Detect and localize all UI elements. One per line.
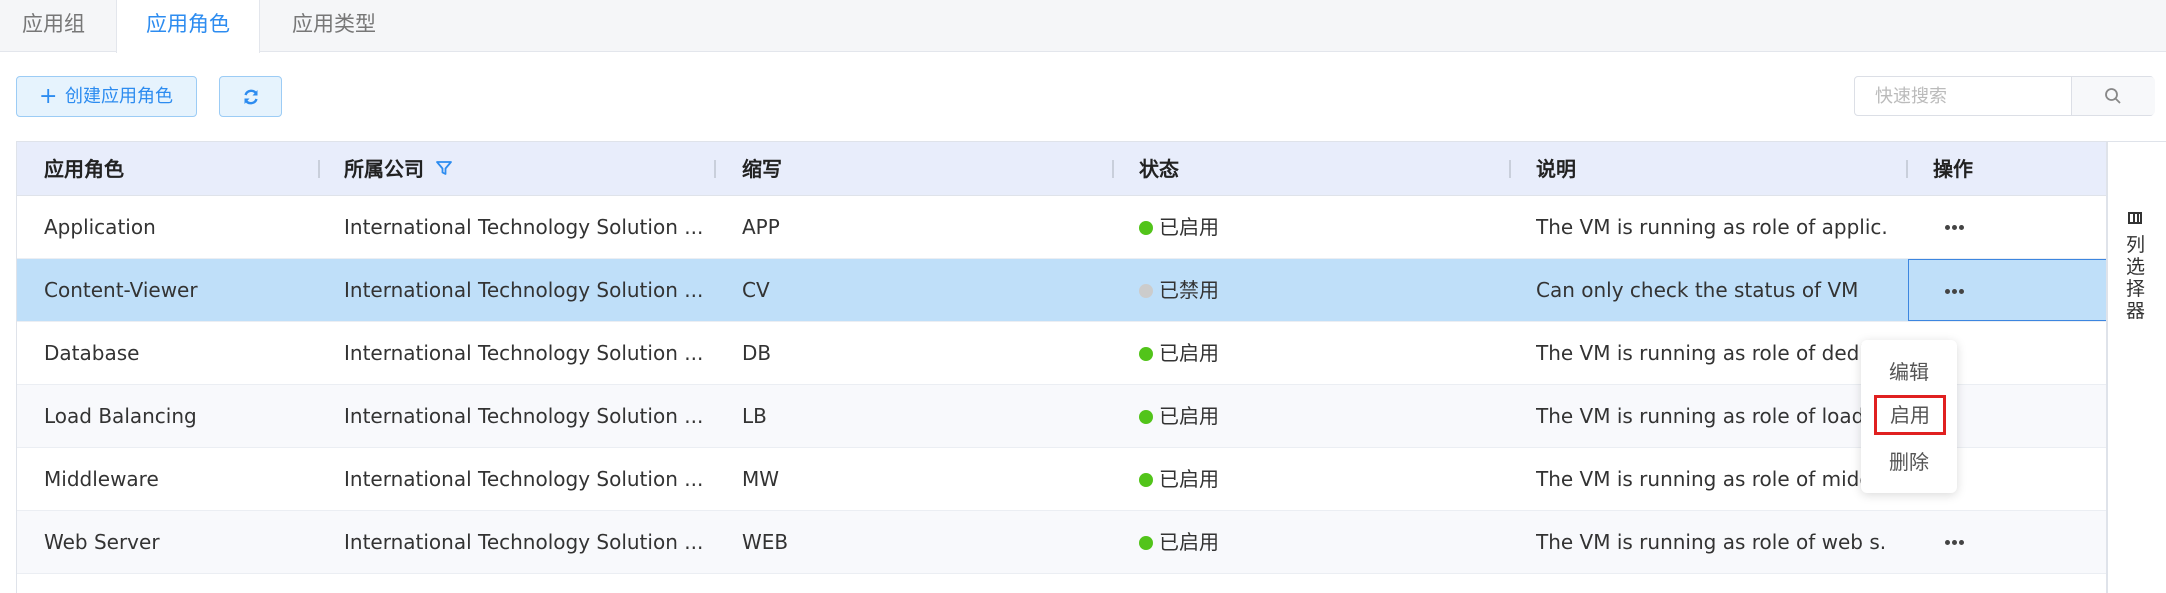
- refresh-icon: [244, 89, 258, 105]
- status-text: 已启用: [1159, 215, 1219, 239]
- abbreviation: CV: [742, 278, 770, 302]
- status-cell: 已启用: [1139, 385, 1219, 448]
- plus-icon: +: [39, 84, 58, 109]
- status-cell: 已启用: [1139, 322, 1219, 385]
- table-row[interactable]: Database International Technology Soluti…: [17, 322, 2106, 385]
- column-resize-handle[interactable]: [1112, 160, 1114, 178]
- app-role-table: 应用角色 所属公司 缩写 状态 说明 操作 Application Intern…: [16, 141, 2107, 593]
- column-resize-handle[interactable]: [714, 160, 716, 178]
- status-dot-icon: [1139, 473, 1153, 487]
- more-actions-button[interactable]: [1925, 196, 1985, 258]
- description: The VM is running as role of web s...: [1536, 530, 1886, 554]
- filter-icon[interactable]: [435, 159, 453, 177]
- search-icon: [2105, 88, 2121, 104]
- abbreviation: DB: [742, 341, 772, 365]
- column-header-abbr[interactable]: 缩写: [742, 142, 782, 196]
- tab-bar: 应用组 应用角色 应用类型: [0, 0, 2166, 53]
- status-text: 已启用: [1159, 467, 1219, 491]
- company-name: International Technology Solution ...: [344, 404, 704, 428]
- create-app-role-button[interactable]: + 创建应用角色: [16, 76, 197, 117]
- abbreviation: LB: [742, 404, 767, 428]
- description: The VM is running as role of load b: [1536, 404, 1884, 428]
- more-actions-button[interactable]: [1925, 511, 1985, 573]
- column-header-status[interactable]: 状态: [1139, 142, 1179, 196]
- column-selector-label: 列选择器: [2126, 234, 2146, 322]
- status-text: 已启用: [1159, 404, 1219, 428]
- company-name: International Technology Solution ...: [344, 467, 704, 491]
- role-name: Middleware: [44, 467, 159, 491]
- columns-icon: [2128, 212, 2142, 224]
- description: The VM is running as role of applic...: [1536, 215, 1886, 239]
- table-row[interactable]: Web Server International Technology Solu…: [17, 511, 2106, 574]
- column-resize-handle[interactable]: [318, 160, 320, 178]
- status-dot-icon: [1139, 284, 1153, 298]
- search-button[interactable]: [2071, 77, 2155, 115]
- more-actions-button[interactable]: [1908, 259, 2106, 321]
- table-row[interactable]: Content-Viewer International Technology …: [17, 259, 2106, 322]
- description: Can only check the status of VM: [1536, 278, 1859, 302]
- status-dot-icon: [1139, 221, 1153, 235]
- column-header-company[interactable]: 所属公司: [344, 142, 424, 196]
- description: The VM is running as role of dedica: [1536, 341, 1886, 365]
- column-header-actions: 操作: [1933, 157, 1973, 181]
- menu-item-enable[interactable]: 启用: [1874, 395, 1946, 435]
- status-cell: 已启用: [1139, 448, 1219, 511]
- status-cell: 已启用: [1139, 196, 1219, 259]
- row-action-menu: 编辑 启用 删除: [1861, 340, 1957, 493]
- column-selector-button[interactable]: 列选择器: [2107, 141, 2166, 593]
- status-cell: 已启用: [1139, 511, 1219, 574]
- company-name: International Technology Solution ...: [344, 341, 704, 365]
- menu-item-edit[interactable]: 编辑: [1861, 352, 1957, 392]
- company-name: International Technology Solution ...: [344, 215, 704, 239]
- quick-search-input[interactable]: [1855, 77, 2093, 115]
- table-header: 应用角色 所属公司 缩写 状态 说明 操作: [17, 142, 2106, 196]
- abbreviation: MW: [742, 467, 780, 491]
- tab-app-type[interactable]: 应用类型: [292, 0, 376, 52]
- role-name: Web Server: [44, 530, 160, 554]
- role-name: Application: [44, 215, 156, 239]
- status-text: 已启用: [1159, 530, 1219, 554]
- abbreviation: WEB: [742, 530, 789, 554]
- table-row[interactable]: Load Balancing International Technology …: [17, 385, 2106, 448]
- role-name: Database: [44, 341, 140, 365]
- menu-item-delete[interactable]: 删除: [1861, 442, 1957, 482]
- table-row[interactable]: Middleware International Technology Solu…: [17, 448, 2106, 511]
- description: The VM is running as role of middl...: [1536, 467, 1886, 491]
- column-resize-handle[interactable]: [1906, 160, 1908, 178]
- refresh-button[interactable]: [219, 76, 282, 117]
- status-text: 已禁用: [1159, 278, 1219, 302]
- tab-app-role[interactable]: 应用角色: [116, 0, 260, 53]
- status-dot-icon: [1139, 536, 1153, 550]
- column-resize-handle[interactable]: [1509, 160, 1511, 178]
- status-dot-icon: [1139, 410, 1153, 424]
- table-row[interactable]: Application International Technology Sol…: [17, 196, 2106, 259]
- status-text: 已启用: [1159, 341, 1219, 365]
- company-name: International Technology Solution ...: [344, 278, 704, 302]
- column-header-role[interactable]: 应用角色: [44, 142, 124, 196]
- quick-search: [1854, 76, 2155, 116]
- role-name: Content-Viewer: [44, 278, 198, 302]
- status-cell: 已禁用: [1139, 259, 1219, 322]
- create-app-role-label: 创建应用角色: [65, 86, 173, 107]
- abbreviation: APP: [742, 215, 780, 239]
- role-name: Load Balancing: [44, 404, 197, 428]
- status-dot-icon: [1139, 347, 1153, 361]
- tab-app-group[interactable]: 应用组: [22, 0, 85, 52]
- column-header-description[interactable]: 说明: [1536, 142, 1576, 196]
- company-name: International Technology Solution ...: [344, 530, 704, 554]
